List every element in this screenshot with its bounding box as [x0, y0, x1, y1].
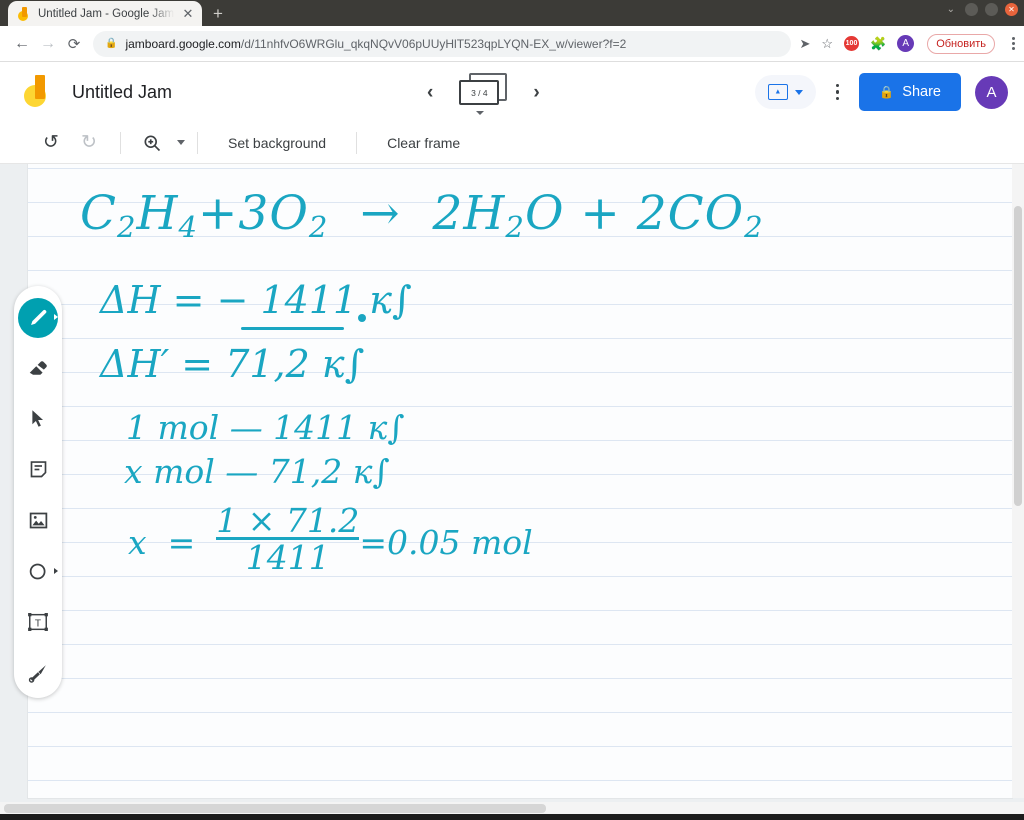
url-path: /d/11nhfvO6WRGlu_qkqNQvV06pUUyHlT523qpLY…	[240, 36, 627, 51]
browser-window: Untitled Jam - Google Jam ✕ + ⌄ ✕ ← → ⟳ …	[0, 0, 1024, 820]
next-frame-button[interactable]: ›	[533, 83, 539, 102]
sticky-note-tool[interactable]	[16, 444, 60, 495]
extension-badge-icon[interactable]: 100	[844, 36, 859, 51]
page-title: Untitled Jam	[72, 81, 173, 102]
browser-tab[interactable]: Untitled Jam - Google Jam ✕	[8, 1, 202, 26]
url-domain: jamboard.google.com	[125, 36, 241, 51]
handwriting-equation: C2H4+3O2 → 2H2O + 2CO2	[80, 186, 764, 245]
chevron-down-icon[interactable]	[177, 140, 185, 145]
eraser-tool[interactable]	[16, 343, 60, 394]
handwriting-solution: x = 1 × 71.2 1411 =0.05 mol	[128, 501, 533, 577]
lock-icon: 🔒	[105, 38, 118, 49]
divider	[120, 131, 121, 154]
chevron-down-icon[interactable]: ⌄	[947, 4, 955, 15]
share-button-label: Share	[902, 84, 941, 100]
horizontal-scrollbar-thumb[interactable]	[4, 804, 546, 813]
chevron-down-icon[interactable]	[794, 89, 803, 95]
maximize-button[interactable]	[985, 3, 998, 16]
handwriting-enthalpy-prime: ΔH′ = 71,2 к∫	[100, 342, 365, 386]
header-actions: 🔒 Share A	[754, 73, 1008, 111]
app-header: Untitled Jam ‹ 3 / 4 › 🔒 Share A	[0, 62, 1024, 122]
redo-icon[interactable]: ↻	[70, 124, 108, 162]
profile-avatar[interactable]: A	[897, 35, 915, 52]
minimize-button[interactable]	[965, 3, 978, 16]
vertical-scrollbar-thumb[interactable]	[1014, 206, 1022, 506]
frame-counter-label: 3 / 4	[459, 80, 500, 105]
share-icon[interactable]: ➤	[799, 36, 810, 52]
omnibox-actions: ➤ ☆ 100 🧩 A Обновить	[799, 33, 1015, 54]
close-button[interactable]: ✕	[1005, 3, 1018, 16]
omnibox-bar: ← → ⟳ 🔒 jamboard.google.com/d/11nhfvO6WR…	[0, 26, 1024, 62]
present-icon	[767, 84, 788, 100]
forward-icon[interactable]: →	[35, 31, 61, 57]
text-box-tool[interactable]: T	[16, 597, 60, 648]
url-text: jamboard.google.com/d/11nhfvO6WRGlu_qkqN…	[125, 37, 626, 51]
more-options-icon[interactable]	[830, 83, 846, 101]
lock-icon: 🔒	[879, 85, 895, 99]
extensions-puzzle-icon[interactable]: 🧩	[870, 36, 886, 52]
present-button[interactable]	[754, 75, 816, 109]
image-tool[interactable]	[16, 495, 60, 546]
reload-icon[interactable]: ⟳	[61, 31, 87, 57]
new-tab-button[interactable]: +	[205, 1, 231, 26]
back-icon[interactable]: ←	[9, 31, 35, 57]
bookmark-star-icon[interactable]: ☆	[821, 36, 833, 52]
window-bottom-edge	[0, 814, 1024, 820]
window-controls: ⌄ ✕	[947, 3, 1018, 16]
divider	[197, 131, 198, 154]
update-button[interactable]: Обновить	[927, 33, 995, 54]
select-tool[interactable]	[16, 394, 60, 445]
handwriting-underline	[241, 327, 344, 330]
jamboard-favicon-icon	[17, 6, 31, 21]
browser-menu-icon[interactable]	[1012, 37, 1015, 50]
tab-title: Untitled Jam - Google Jam	[38, 7, 175, 20]
jamboard-logo-icon	[24, 75, 54, 109]
jam-canvas[interactable]: C2H4+3O2 → 2H2O + 2CO2 ΔH = − 1411 к∫ ΔH…	[28, 164, 1012, 798]
shape-tool[interactable]	[16, 546, 60, 597]
tool-palette: T	[14, 286, 62, 698]
pen-tool[interactable]	[16, 292, 60, 343]
canvas-stage[interactable]: C2H4+3O2 → 2H2O + 2CO2 ΔH = − 1411 к∫ ΔH…	[0, 164, 1024, 820]
svg-text:T: T	[35, 618, 41, 629]
share-button[interactable]: 🔒 Share	[859, 73, 961, 111]
address-bar[interactable]: 🔒 jamboard.google.com/d/11nhfvO6WRGlu_qk…	[93, 30, 792, 57]
handwriting-ratio-bottom: x mol — 71,2 к∫	[124, 452, 390, 491]
account-avatar[interactable]: A	[975, 75, 1008, 109]
frame-counter-button[interactable]: 3 / 4	[459, 73, 508, 115]
clear-frame-button[interactable]: Clear frame	[369, 135, 478, 151]
laser-tool[interactable]	[16, 647, 60, 698]
chevron-down-icon	[476, 111, 485, 115]
handwriting-dot	[358, 314, 366, 322]
horizontal-scrollbar[interactable]	[0, 802, 1024, 814]
tab-close-icon[interactable]: ✕	[180, 6, 196, 22]
vertical-scrollbar[interactable]	[1012, 164, 1024, 798]
undo-icon[interactable]: ↺	[32, 124, 70, 162]
edit-toolbar: ↺ ↻ Set background Clear frame	[0, 122, 1024, 164]
set-background-button[interactable]: Set background	[210, 135, 344, 151]
frame-navigation: ‹ 3 / 4 ›	[427, 73, 540, 115]
tab-strip: Untitled Jam - Google Jam ✕ + ⌄ ✕	[0, 0, 1024, 26]
handwriting-ratio-top: 1 mol — 1411 к∫	[126, 408, 405, 447]
divider	[356, 131, 358, 154]
previous-frame-button[interactable]: ‹	[427, 83, 433, 102]
zoom-in-icon[interactable]	[133, 124, 171, 162]
